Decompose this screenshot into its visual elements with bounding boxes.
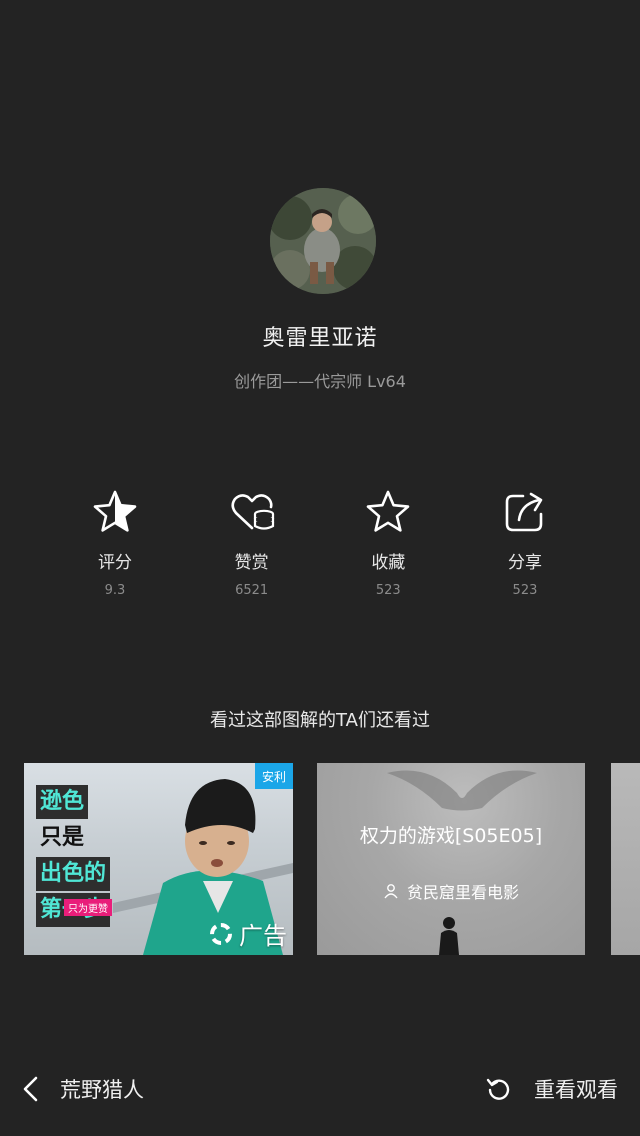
recommendations-title: 看过这部图解的TA们还看过 xyxy=(210,710,430,731)
replay-icon xyxy=(486,1078,510,1100)
rate-value: 9.3 xyxy=(104,583,126,598)
share-label: 分享 xyxy=(507,553,542,573)
reward-value: 6521 xyxy=(235,583,269,598)
bottom-bar: 荒野猎人 重看观看 xyxy=(0,1052,640,1128)
favorite-value: 523 xyxy=(375,583,401,598)
recommendations-carousel[interactable]: 逊色 只是 出色的 第一步 只为更赞 安利 广告 权力的游戏[S05E05] xyxy=(24,763,640,955)
favorite-label: 收藏 xyxy=(371,553,406,573)
action-bar: 评分 9.3 赞赏 6521 收藏 523 分享 523 xyxy=(60,488,580,608)
ad-headline-line: 出色的 xyxy=(36,857,111,891)
silhouette-figure xyxy=(439,917,459,955)
ad-headline-line: 只是 xyxy=(40,825,85,850)
card-author-name: 贫民窟里看电影 xyxy=(406,883,519,902)
profile-name: 奥雷里亚诺 xyxy=(262,326,378,351)
card-author: 贫民窟里看电影 xyxy=(317,879,585,903)
replay-button[interactable]: 重看观看 xyxy=(486,1074,618,1104)
page: 奥雷里亚诺 创作团——代宗师 Lv64 评分 9.3 赞赏 6521 收藏 52… xyxy=(0,0,640,1136)
heart-coins-icon xyxy=(228,488,276,536)
share-button[interactable]: 分享 523 xyxy=(470,488,580,608)
card-title: 权力的游戏[S05E05] xyxy=(359,825,543,847)
ad-tagline: 只为更赞 xyxy=(64,899,112,916)
avatar-image xyxy=(270,188,376,294)
star-outline-icon xyxy=(364,488,412,536)
favorite-button[interactable]: 收藏 523 xyxy=(333,488,443,608)
back-title: 荒野猎人 xyxy=(60,1078,144,1102)
loading-icon xyxy=(210,922,232,945)
user-icon xyxy=(384,884,398,899)
replay-label: 重看观看 xyxy=(534,1078,618,1102)
chevron-left-icon xyxy=(23,1076,38,1102)
dragon-image xyxy=(387,770,537,811)
reward-button[interactable]: 赞赏 6521 xyxy=(197,488,307,608)
share-value: 523 xyxy=(512,583,538,598)
rate-button[interactable]: 评分 9.3 xyxy=(60,488,170,608)
recommendation-card-partial[interactable] xyxy=(611,763,640,955)
ad-card[interactable]: 逊色 只是 出色的 第一步 只为更赞 安利 广告 xyxy=(24,763,293,955)
ad-badge: 广告 xyxy=(209,916,287,951)
recommendation-card[interactable]: 权力的游戏[S05E05] 贫民窟里看电影 xyxy=(317,763,585,955)
back-button[interactable]: 荒野猎人 xyxy=(20,1074,144,1104)
profile-subtitle: 创作团——代宗师 Lv64 xyxy=(234,372,406,391)
share-icon xyxy=(501,488,549,536)
ad-tag: 安利 xyxy=(255,763,293,789)
rate-label: 评分 xyxy=(98,553,132,573)
ad-badge-label: 广告 xyxy=(239,922,287,950)
avatar[interactable] xyxy=(270,188,376,294)
ad-headline-line: 逊色 xyxy=(36,785,89,819)
reward-label: 赞赏 xyxy=(234,553,269,573)
star-filled-icon xyxy=(91,488,139,536)
